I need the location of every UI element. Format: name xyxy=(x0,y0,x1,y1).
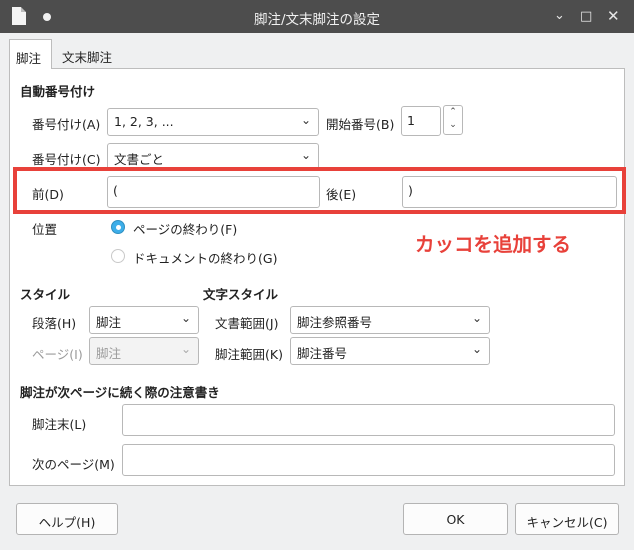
radio-end-of-document-label[interactable]: ドキュメントの終わり(G) xyxy=(133,248,277,267)
annotation-text: カッコを追加する xyxy=(415,233,572,256)
footnote-area-label: 脚注範囲(K) xyxy=(215,347,283,362)
paragraph-label: 段落(H) xyxy=(32,316,77,331)
text-area-combo[interactable]: 脚注参照番号 ⌄ xyxy=(290,306,490,334)
chevron-down-icon: ⌄ xyxy=(471,342,482,356)
autonumber-heading: 自動番号付け xyxy=(20,84,96,99)
chevron-down-icon: ⌄ xyxy=(180,311,191,325)
radio-end-of-page-label[interactable]: ページの終わり(F) xyxy=(133,219,237,238)
chevron-down-icon: ⌄ xyxy=(300,113,311,127)
char-styles-heading: 文字スタイル xyxy=(203,287,279,302)
chevron-down-icon: ⌄ xyxy=(300,148,311,162)
end-of-footnote-label: 脚注末(L) xyxy=(32,417,87,432)
start-number-label: 開始番号(B) xyxy=(326,117,395,132)
text-area-label: 文書範囲(J) xyxy=(215,316,279,331)
counting-value: 文書ごと xyxy=(114,152,165,167)
tab-endnotes[interactable]: 文末脚注 xyxy=(56,39,120,69)
next-page-input[interactable] xyxy=(122,444,615,476)
next-page-label: 次のページ(M) xyxy=(32,457,115,472)
footnote-area-combo[interactable]: 脚注番号 ⌄ xyxy=(290,337,490,365)
page-combo: 脚注 ⌄ xyxy=(89,337,199,365)
continuation-heading: 脚注が次ページに続く際の注意書き xyxy=(20,385,220,400)
start-number-spinner[interactable]: ⌃ ⌄ xyxy=(443,105,463,135)
numbering-combo[interactable]: 1, 2, 3, ... ⌄ xyxy=(107,108,319,136)
styles-heading: スタイル xyxy=(20,287,71,302)
page-label: ページ(I) xyxy=(32,347,83,362)
page-value: 脚注 xyxy=(96,346,122,361)
paragraph-combo[interactable]: 脚注 ⌄ xyxy=(89,306,199,334)
radio-end-of-document[interactable] xyxy=(111,249,125,263)
maximize-icon[interactable]: □ xyxy=(580,9,592,24)
cancel-button[interactable]: キャンセル(C) xyxy=(515,503,619,535)
text-area-value: 脚注参照番号 xyxy=(297,315,373,330)
chevron-up-icon[interactable]: ⌃ xyxy=(444,107,462,117)
window-title: 脚注/文末脚注の設定 xyxy=(253,12,381,28)
numbering-value: 1, 2, 3, ... xyxy=(114,114,174,129)
chevron-down-icon[interactable]: ⌄ xyxy=(444,120,462,130)
start-number-input[interactable]: 1 xyxy=(401,106,441,136)
close-icon[interactable]: ✕ xyxy=(607,7,620,25)
help-button[interactable]: ヘルプ(H) xyxy=(16,503,118,535)
end-of-footnote-input[interactable] xyxy=(122,404,615,436)
ok-button[interactable]: OK xyxy=(403,503,508,535)
paragraph-value: 脚注 xyxy=(96,315,122,330)
title-bar: 脚注/文末脚注の設定 ⌄ □ ✕ xyxy=(0,0,634,33)
highlight-box xyxy=(13,167,626,214)
footnote-area-value: 脚注番号 xyxy=(297,346,348,361)
tab-footnotes[interactable]: 脚注 xyxy=(9,39,52,69)
chevron-down-icon: ⌄ xyxy=(180,342,191,356)
chevron-down-icon: ⌄ xyxy=(471,311,482,325)
minimize-icon[interactable]: ⌄ xyxy=(554,8,565,23)
counting-label: 番号付け(C) xyxy=(32,152,101,167)
radio-end-of-page[interactable] xyxy=(111,220,125,234)
position-label: 位置 xyxy=(32,222,58,237)
numbering-label: 番号付け(A) xyxy=(32,117,101,132)
